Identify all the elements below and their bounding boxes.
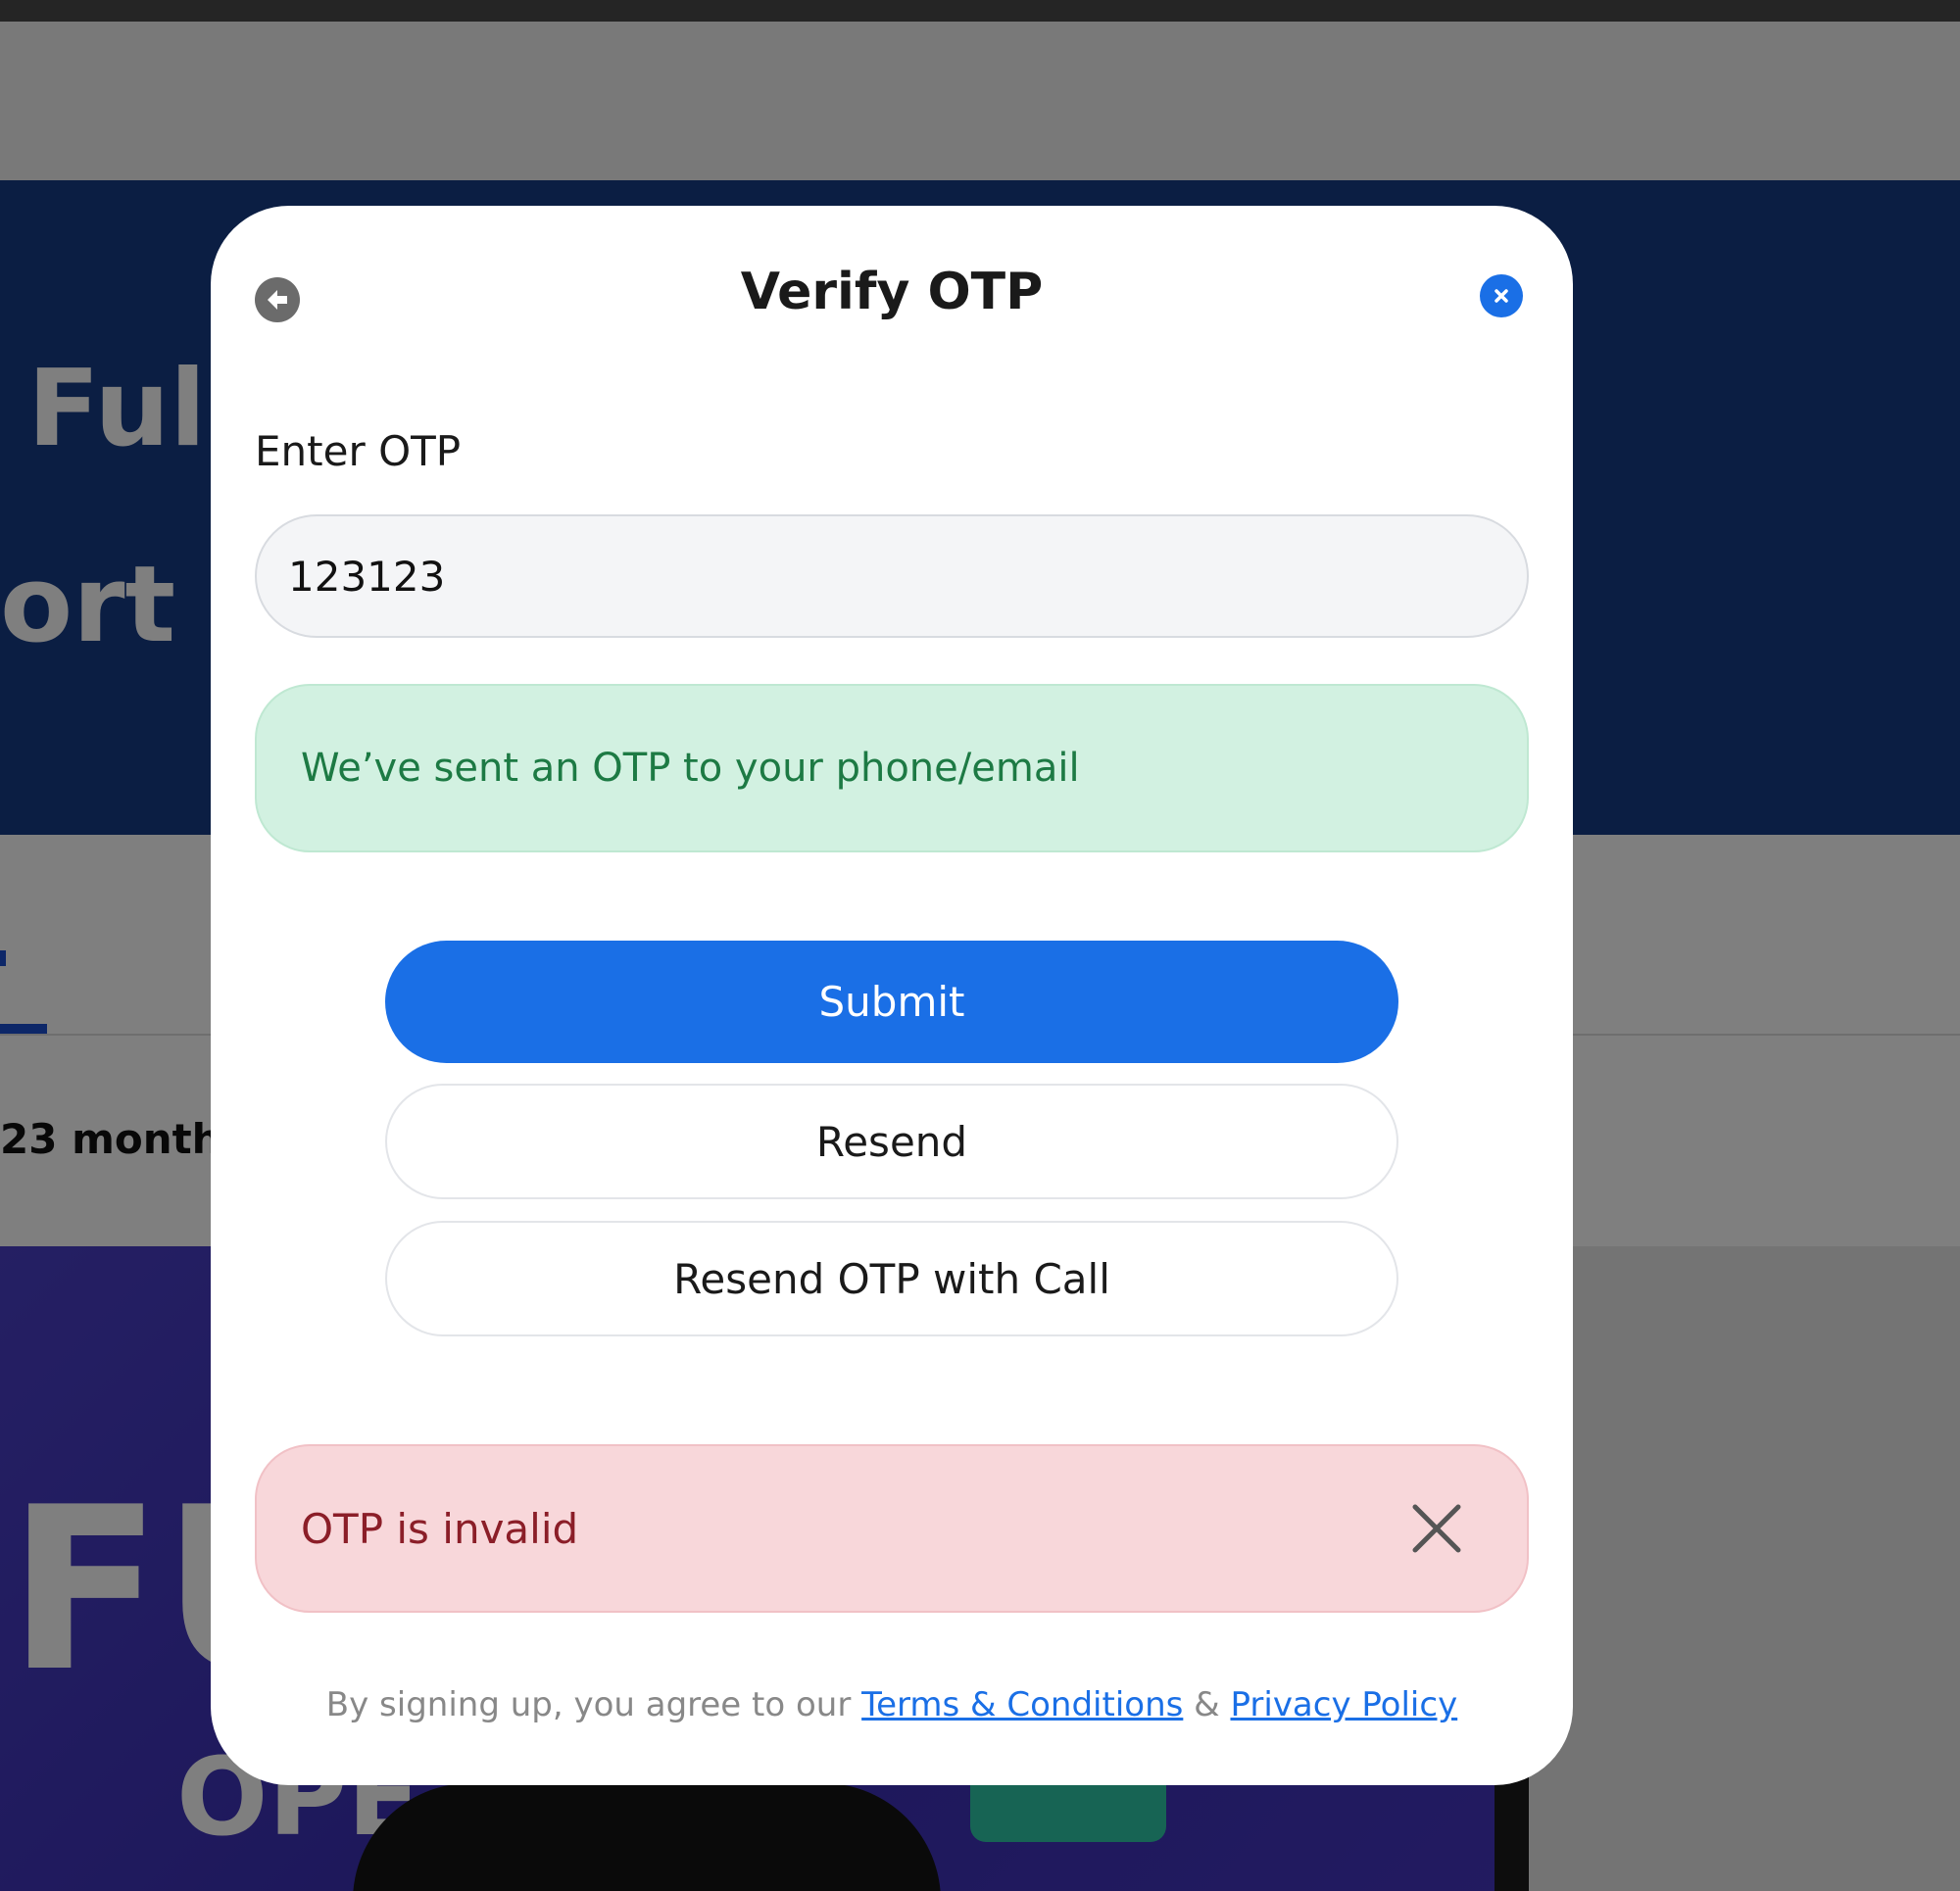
terms-link[interactable]: Terms & Conditions <box>861 1685 1183 1724</box>
privacy-link[interactable]: Privacy Policy <box>1230 1685 1457 1724</box>
otp-sent-message: We’ve sent an OTP to your phone/email <box>301 746 1080 791</box>
legal-footer-and: & <box>1194 1685 1220 1724</box>
legal-footer-prefix: By signing up, you agree to our <box>325 1685 852 1724</box>
otp-label: Enter OTP <box>255 427 462 475</box>
otp-sent-alert: We’ve sent an OTP to your phone/email <box>255 684 1529 852</box>
otp-input[interactable] <box>255 514 1529 638</box>
verify-otp-modal: Verify OTP Enter OTP We’ve sent an OTP t… <box>211 206 1573 1785</box>
legal-footer: By signing up, you agree to our Terms & … <box>211 1685 1573 1724</box>
otp-invalid-alert: OTP is invalid <box>255 1444 1529 1613</box>
modal-title: Verify OTP <box>740 263 1044 321</box>
resend-otp-call-button[interactable]: Resend OTP with Call <box>385 1221 1398 1336</box>
submit-button[interactable]: Submit <box>385 941 1398 1063</box>
submit-button-label: Submit <box>818 978 965 1026</box>
resend-button[interactable]: Resend <box>385 1084 1398 1199</box>
page: Full ort 1 23 months FU OPE Verify OTP E… <box>0 0 1960 1891</box>
close-circle-icon[interactable] <box>1480 274 1523 317</box>
resend-button-label: Resend <box>815 1117 968 1166</box>
close-x-icon[interactable] <box>1407 1499 1466 1558</box>
otp-invalid-message: OTP is invalid <box>301 1504 579 1553</box>
resend-otp-call-label: Resend OTP with Call <box>673 1254 1110 1303</box>
